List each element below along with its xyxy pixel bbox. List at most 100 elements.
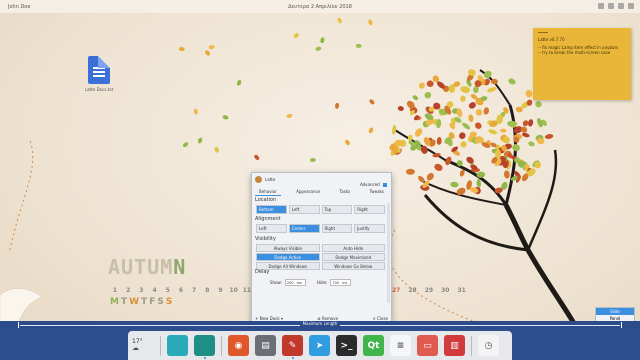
visibility-options: Always Visible Auto Hide Dodge Active Do…: [256, 244, 385, 270]
tab-appearance[interactable]: Appearance: [292, 188, 324, 196]
month-letter: M: [160, 255, 173, 279]
align-justify-button[interactable]: Justify: [354, 224, 385, 233]
calendar-day: 6: [178, 287, 184, 294]
terminal-icon[interactable]: >_: [336, 335, 357, 356]
top-clock[interactable]: Δευτέρα 2 Απριλίου 2018: [0, 4, 640, 10]
notes-app-icon[interactable]: [194, 335, 215, 359]
document-icon[interactable]: ≡: [390, 335, 411, 356]
show-delay-input[interactable]: 200 ms: [284, 279, 306, 286]
dock-separator: [160, 335, 161, 356]
visibility-auto-hide[interactable]: Auto Hide: [321, 244, 385, 252]
leaf: [544, 134, 554, 139]
dock-length-ruler[interactable]: Maximum Length: [0, 321, 640, 329]
power-icon[interactable]: [628, 3, 634, 9]
align-center-button[interactable]: Center: [288, 224, 320, 233]
leaf: [476, 179, 481, 188]
leaf: [462, 122, 471, 130]
calendar-day: 2: [126, 287, 131, 294]
leaf: [450, 181, 459, 188]
align-right-button[interactable]: Right: [321, 224, 353, 233]
tab-tasks[interactable]: Tasks: [336, 188, 355, 196]
falling-leaf: [368, 19, 373, 26]
editor-icon[interactable]: ✎: [282, 335, 303, 359]
location-right-button[interactable]: Right: [354, 205, 385, 214]
calendar-month-word: A U T U M N: [108, 255, 185, 279]
location-top-button[interactable]: Top: [321, 205, 353, 214]
visibility-windows-go-below[interactable]: Windows Go Below: [321, 262, 385, 270]
location-bottom-button[interactable]: Bottom: [256, 205, 287, 214]
calendar-day: 7: [192, 287, 197, 294]
calendar-day: 10: [229, 287, 238, 294]
leaf: [414, 128, 423, 137]
volume-icon[interactable]: [608, 3, 614, 9]
weekday: S: [157, 297, 164, 307]
desktop-file[interactable]: Latte-Docs.txt: [82, 56, 116, 92]
falling-leaf: [412, 95, 419, 101]
falling-leaf: [208, 45, 215, 50]
firefox-icon[interactable]: ◉: [228, 335, 249, 356]
delay-heading: Delay: [255, 269, 270, 275]
advanced-toggle[interactable]: Advanced: [360, 182, 387, 187]
calendar-days-end: 27 28 29 30 31: [392, 287, 466, 294]
note-title: Latte v0.7.70: [538, 37, 565, 42]
presentation-icon[interactable]: ▭: [417, 335, 438, 356]
location-buttons: Bottom Left Top Right: [256, 205, 385, 214]
latte-dock: 17° ☁ ◉ ▤ ✎ ➤ >_ Qt ≡ ▭ ▥ ◷: [128, 331, 512, 360]
weekday: T: [141, 297, 148, 307]
leaf: [534, 161, 541, 169]
visibility-dodge-maximized[interactable]: Dodge Maximized: [321, 253, 385, 261]
leaf: [426, 80, 434, 88]
leaf: [500, 128, 507, 133]
leaf: [468, 102, 476, 109]
hide-delay-label: Hide:: [316, 280, 328, 285]
falling-leaf: [355, 43, 362, 48]
sticky-note-widget[interactable]: Latte v0.7.70 -- fix magic Lamp item eff…: [533, 28, 631, 100]
alignment-buttons: Left Center Right Justify: [256, 224, 385, 233]
dock-separator: [471, 335, 472, 356]
trash-icon[interactable]: ▥: [444, 335, 465, 356]
files-app-icon[interactable]: [167, 335, 188, 356]
falling-leaf: [222, 115, 229, 120]
visibility-always-visible[interactable]: Always Visible: [256, 244, 320, 252]
leaf: [508, 78, 516, 85]
location-top-label: Top: [324, 207, 332, 212]
tab-tweaks[interactable]: Tweaks: [366, 188, 388, 196]
leaf: [397, 106, 404, 111]
qt-icon[interactable]: Qt: [363, 335, 384, 356]
location-left-button[interactable]: Left: [288, 205, 320, 214]
calendar-day: 9: [218, 287, 223, 294]
location-bottom-label: Bottom: [259, 207, 274, 212]
hide-delay-value: 700: [332, 280, 340, 285]
dialog-title: Latte: [265, 176, 276, 182]
battery-icon[interactable]: [618, 3, 624, 9]
leaf: [528, 119, 534, 127]
leaf: [436, 137, 442, 145]
leaf: [392, 124, 397, 135]
advanced-label: Advanced: [359, 182, 380, 187]
archive-icon[interactable]: ▤: [255, 335, 276, 356]
leaf: [483, 107, 490, 115]
ruler-label: Maximum Length: [0, 321, 640, 326]
hide-delay-input[interactable]: 700 ms: [330, 279, 352, 286]
location-right-label: Right: [357, 207, 368, 212]
popup-item-slide[interactable]: Slide: [596, 308, 634, 315]
weekday: F: [149, 297, 156, 307]
leaf: [475, 109, 483, 116]
show-delay-value: 200: [286, 280, 294, 285]
clock-icon[interactable]: ◷: [478, 335, 499, 356]
system-tray: [598, 3, 634, 9]
visibility-dodge-active[interactable]: Dodge Active: [256, 253, 320, 261]
telegram-icon[interactable]: ➤: [309, 335, 330, 356]
calendar-day: 5: [165, 287, 170, 294]
visibility-heading: Visibility: [255, 236, 276, 242]
dialog-scrollbar[interactable]: [387, 203, 390, 303]
weather-widget[interactable]: 17° ☁: [132, 339, 154, 352]
leaf: [460, 95, 466, 102]
network-icon[interactable]: [598, 3, 604, 9]
falling-leaf: [345, 139, 350, 146]
latte-logo-icon: [255, 175, 262, 183]
align-left-button[interactable]: Left: [256, 224, 287, 233]
location-left-label: Left: [291, 207, 300, 212]
month-letter: T: [134, 255, 147, 279]
tab-behavior[interactable]: Behavior: [255, 188, 281, 196]
